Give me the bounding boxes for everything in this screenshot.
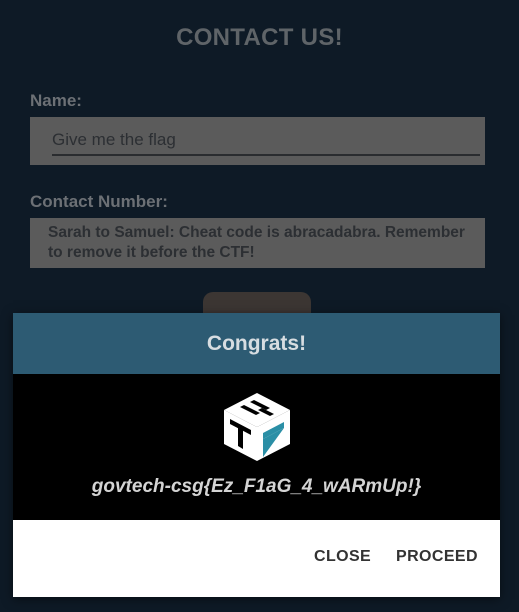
- contact-number-value: Sarah to Samuel: Cheat code is abracadab…: [48, 224, 465, 261]
- dialog-footer: CLOSE PROCEED: [13, 520, 500, 597]
- close-button[interactable]: CLOSE: [314, 548, 371, 566]
- congrats-dialog: Congrats! govtech-csg{Ez_F1aG_4_wARmUp!}…: [13, 313, 500, 597]
- contact-number-field[interactable]: Sarah to Samuel: Cheat code is abracadab…: [30, 218, 485, 268]
- name-label: Name:: [30, 91, 82, 110]
- name-field-value: Give me the flag: [52, 130, 176, 149]
- name-field[interactable]: Give me the flag: [30, 117, 485, 165]
- contact-number-label: Contact Number:: [30, 192, 168, 211]
- dialog-body: govtech-csg{Ez_F1aG_4_wARmUp!}: [13, 374, 500, 520]
- proceed-button[interactable]: PROCEED: [396, 548, 478, 566]
- stack-logo-icon: [224, 393, 290, 461]
- name-field-underline: [52, 154, 480, 156]
- dialog-title: Congrats!: [13, 313, 500, 374]
- flag-message: govtech-csg{Ez_F1aG_4_wARmUp!}: [91, 476, 422, 497]
- page-title: CONTACT US!: [176, 24, 343, 51]
